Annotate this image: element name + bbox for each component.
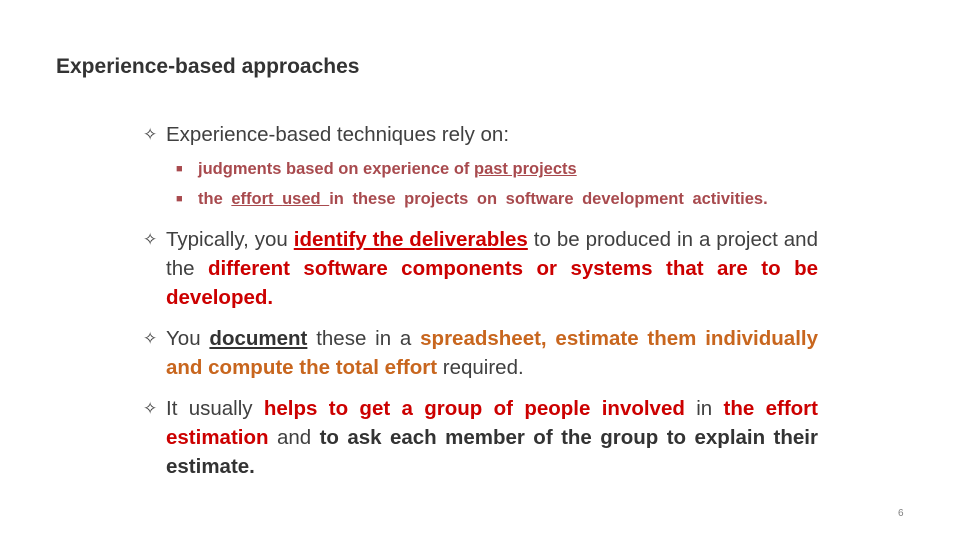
slide-content: ✧ Experience-based techniques rely on: ■ j… xyxy=(143,120,818,481)
emphasis-text: helps to get a group of people involved xyxy=(263,397,685,420)
square-bullet-icon: ■ xyxy=(176,193,183,205)
page-number: 6 xyxy=(898,508,904,519)
bullet-1-text: Experience-based techniques rely on: xyxy=(166,123,510,146)
underlined-text: past projects xyxy=(473,160,577,178)
bullet-4: ✧ It usually helps to get a group of peop… xyxy=(143,394,818,481)
square-bullet-icon: ■ xyxy=(176,163,183,175)
sub-bullet-1: ■ judgments based on experience of past p… xyxy=(143,157,818,181)
star-bullet-icon: ✧ xyxy=(143,125,158,144)
bullet-1: ✧ Experience-based techniques rely on: xyxy=(143,120,818,149)
star-bullet-icon: ✧ xyxy=(143,329,158,348)
bullet-2: ✧ Typically, you identify the deliverable… xyxy=(143,225,818,312)
bullet-3: ✧ You document these in a spreadsheet, es… xyxy=(143,324,818,382)
emphasis-text: different software components or systems… xyxy=(166,257,818,309)
emphasis-text: document xyxy=(209,327,308,350)
star-bullet-icon: ✧ xyxy=(143,230,158,249)
slide-title: Experience-based approaches xyxy=(56,55,360,78)
emphasis-text: identify the deliverables xyxy=(293,228,528,251)
star-bullet-icon: ✧ xyxy=(143,399,158,418)
sub-bullet-2: ■ the effort used in these projects on so… xyxy=(143,187,818,211)
